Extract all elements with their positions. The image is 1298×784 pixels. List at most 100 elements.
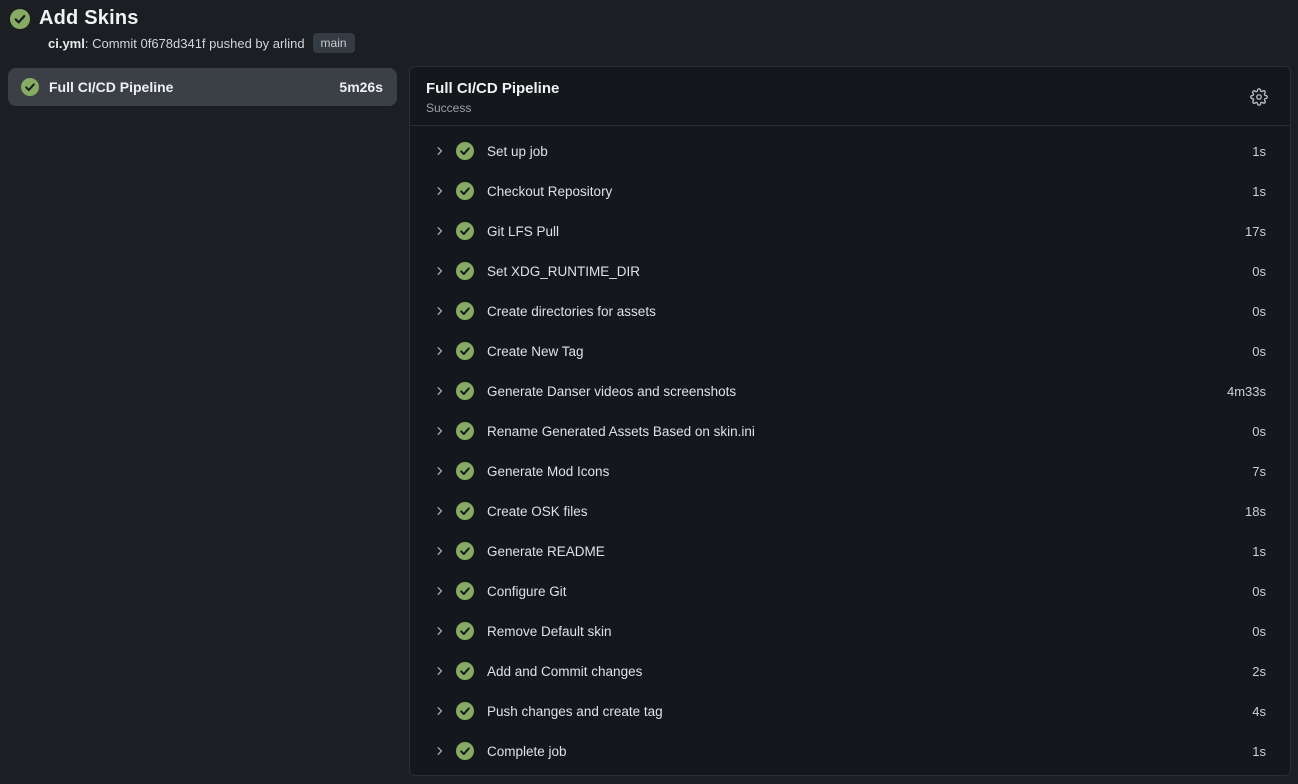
check-circle-icon — [456, 462, 474, 480]
step-name: Remove Default skin — [487, 624, 1243, 639]
step-name: Configure Git — [487, 584, 1243, 599]
run-header: Add Skins ci.yml: Commit 0f678d341f push… — [0, 0, 1298, 53]
chevron-right-icon — [434, 345, 446, 357]
chevron-right-icon — [434, 265, 446, 277]
chevron-right-icon — [434, 705, 446, 717]
chevron-right-icon — [434, 225, 446, 237]
step-duration: 0s — [1252, 584, 1266, 599]
check-circle-icon — [456, 582, 474, 600]
step-name: Git LFS Pull — [487, 224, 1236, 239]
step-duration: 7s — [1252, 464, 1266, 479]
step-duration: 0s — [1252, 624, 1266, 639]
chevron-right-icon — [434, 425, 446, 437]
step-duration: 0s — [1252, 304, 1266, 319]
chevron-right-icon — [434, 665, 446, 677]
run-status-check-circle-icon — [10, 9, 30, 29]
step-duration: 2s — [1252, 664, 1266, 679]
chevron-right-icon — [434, 305, 446, 317]
step-name: Generate README — [487, 544, 1243, 559]
check-circle-icon — [456, 542, 474, 560]
step-duration: 1s — [1252, 544, 1266, 559]
step-name: Create directories for assets — [487, 304, 1243, 319]
step-row[interactable]: Configure Git 0s — [410, 571, 1290, 611]
step-name: Complete job — [487, 744, 1243, 759]
step-duration: 1s — [1252, 744, 1266, 759]
step-row[interactable]: Push changes and create tag 4s — [410, 691, 1290, 731]
step-duration: 0s — [1252, 264, 1266, 279]
step-row[interactable]: Rename Generated Assets Based on skin.in… — [410, 411, 1290, 451]
chevron-right-icon — [434, 465, 446, 477]
run-title: Add Skins — [39, 7, 139, 30]
step-duration: 4m33s — [1227, 384, 1266, 399]
check-circle-icon — [456, 382, 474, 400]
step-row[interactable]: Git LFS Pull 17s — [410, 211, 1290, 251]
check-circle-icon — [456, 142, 474, 160]
step-duration: 18s — [1245, 504, 1266, 519]
check-circle-icon — [456, 502, 474, 520]
step-row[interactable]: Create New Tag 0s — [410, 331, 1290, 371]
check-circle-icon — [456, 702, 474, 720]
job-duration: 5m26s — [339, 79, 383, 95]
job-panel-title: Full CI/CD Pipeline — [426, 80, 1248, 97]
chevron-right-icon — [434, 585, 446, 597]
gear-icon — [1250, 94, 1268, 109]
check-circle-icon — [456, 222, 474, 240]
check-circle-icon — [456, 262, 474, 280]
step-name: Set up job — [487, 144, 1243, 159]
job-status-check-circle-icon — [21, 78, 39, 96]
step-row[interactable]: Generate README 1s — [410, 531, 1290, 571]
chevron-right-icon — [434, 145, 446, 157]
check-circle-icon — [456, 182, 474, 200]
step-row[interactable]: Complete job 1s — [410, 731, 1290, 771]
step-row[interactable]: Create directories for assets 0s — [410, 291, 1290, 331]
step-duration: 0s — [1252, 424, 1266, 439]
step-row[interactable]: Generate Danser videos and screenshots 4… — [410, 371, 1290, 411]
job-status-text: Success — [426, 101, 1248, 115]
chevron-right-icon — [434, 545, 446, 557]
check-circle-icon — [456, 742, 474, 760]
step-name: Push changes and create tag — [487, 704, 1243, 719]
step-duration: 4s — [1252, 704, 1266, 719]
sidebar-job-item-full-pipeline[interactable]: Full CI/CD Pipeline 5m26s — [8, 68, 397, 106]
step-name: Rename Generated Assets Based on skin.in… — [487, 424, 1243, 439]
step-row[interactable]: Add and Commit changes 2s — [410, 651, 1290, 691]
step-name: Generate Mod Icons — [487, 464, 1243, 479]
chevron-right-icon — [434, 505, 446, 517]
check-circle-icon — [456, 302, 474, 320]
step-row[interactable]: Generate Mod Icons 7s — [410, 451, 1290, 491]
step-name: Generate Danser videos and screenshots — [487, 384, 1218, 399]
step-duration: 1s — [1252, 184, 1266, 199]
job-name: Full CI/CD Pipeline — [49, 79, 329, 95]
jobs-sidebar: Full CI/CD Pipeline 5m26s — [8, 66, 397, 106]
step-row[interactable]: Set XDG_RUNTIME_DIR 0s — [410, 251, 1290, 291]
chevron-right-icon — [434, 385, 446, 397]
commit-description: : Commit 0f678d341f pushed by arlind — [85, 36, 305, 51]
content-area: Full CI/CD Pipeline 5m26s Full CI/CD Pip… — [0, 66, 1298, 776]
step-row[interactable]: Checkout Repository 1s — [410, 171, 1290, 211]
job-settings-button[interactable] — [1248, 86, 1270, 108]
step-duration: 1s — [1252, 144, 1266, 159]
chevron-right-icon — [434, 185, 446, 197]
step-name: Create OSK files — [487, 504, 1236, 519]
branch-badge[interactable]: main — [313, 33, 355, 53]
check-circle-icon — [456, 422, 474, 440]
check-circle-icon — [456, 662, 474, 680]
workflow-commit-text: ci.yml: Commit 0f678d341f pushed by arli… — [48, 36, 305, 51]
check-circle-icon — [456, 342, 474, 360]
step-row[interactable]: Remove Default skin 0s — [410, 611, 1290, 651]
chevron-right-icon — [434, 625, 446, 637]
step-name: Set XDG_RUNTIME_DIR — [487, 264, 1243, 279]
job-detail-panel: Full CI/CD Pipeline Success Set up job 1… — [409, 66, 1291, 776]
check-circle-icon — [456, 622, 474, 640]
step-duration: 17s — [1245, 224, 1266, 239]
steps-list: Set up job 1s Checkout Repository 1s Git… — [410, 126, 1290, 773]
step-name: Checkout Repository — [487, 184, 1243, 199]
job-panel-header: Full CI/CD Pipeline Success — [410, 67, 1290, 126]
chevron-right-icon — [434, 745, 446, 757]
step-row[interactable]: Set up job 1s — [410, 131, 1290, 171]
workflow-file-name: ci.yml — [48, 36, 85, 51]
step-row[interactable]: Create OSK files 18s — [410, 491, 1290, 531]
step-name: Create New Tag — [487, 344, 1243, 359]
step-duration: 0s — [1252, 344, 1266, 359]
step-name: Add and Commit changes — [487, 664, 1243, 679]
